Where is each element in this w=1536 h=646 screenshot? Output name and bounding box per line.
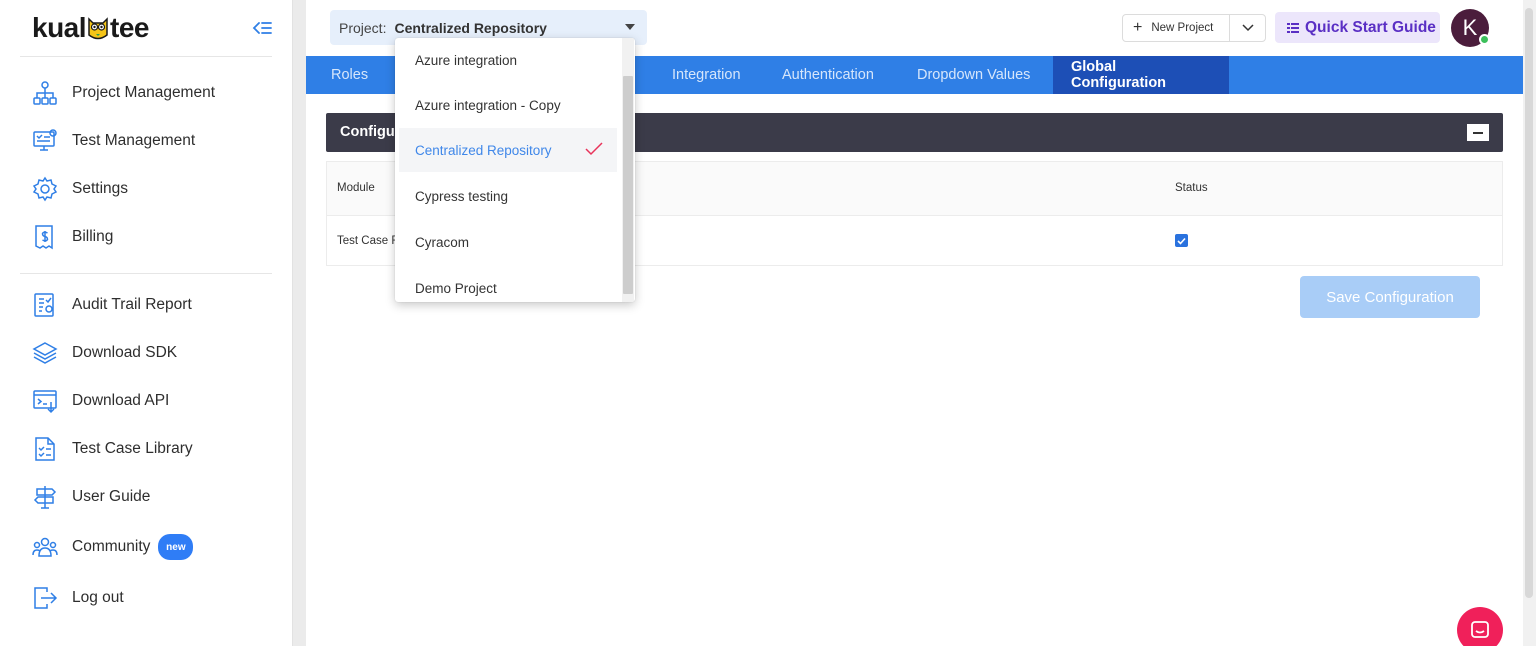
dropdown-scrollbar-thumb[interactable] [623,76,633,294]
module-cell: Test Case F [337,235,399,247]
sidebar-item-settings[interactable]: Settings [32,175,128,203]
hierarchy-icon [32,80,58,106]
sidebar-item-label: Community [72,538,151,555]
avatar-initial: K [1462,15,1478,40]
sidebar-item-billing[interactable]: Billing [32,223,113,251]
sidebar-item-audit-trail-report[interactable]: Audit Trail Report [32,291,192,319]
receipt-icon [32,224,58,250]
sidebar-item-project-management[interactable]: Project Management [32,79,215,107]
new-project-split-button: + New Project [1122,14,1266,42]
sidebar-divider [20,273,272,274]
sidebar-item-label: Test Management [72,132,196,149]
layout-gutter [293,0,306,646]
collapse-panel-icon[interactable] [1467,124,1489,141]
quick-start-guide-button[interactable]: Quick Start Guide [1275,12,1440,43]
sidebar-item-label: Project Management [72,84,216,101]
tab-integration[interactable]: Integration [672,56,741,94]
plus-icon: + [1133,19,1143,36]
project-option-label: Azure integration [415,52,518,68]
sidebar-item-test-management[interactable]: Test Management [32,127,195,155]
project-dropdown-menu: Azure integration Azure integration - Co… [395,38,635,302]
project-option-label: Centralized Repository [415,142,552,158]
report-icon [32,292,58,318]
caret-down-icon [625,24,635,30]
panel-title: Configu [340,124,395,140]
project-option[interactable]: Azure integration [399,38,617,82]
checkmark-icon [1177,237,1186,245]
project-option-label: Demo Project [415,280,497,296]
save-configuration-button[interactable]: Save Configuration [1300,276,1480,318]
api-window-icon [32,388,58,414]
new-badge: new [158,534,194,560]
sidebar-item-label: Settings [72,180,129,197]
sidebar-item-label: User Guide [72,488,151,505]
new-project-button[interactable]: + New Project [1123,15,1230,41]
sidebar-item-log-out[interactable]: Log out [32,584,124,612]
project-selector-value: Centralized Repository [394,19,547,36]
test-monitor-icon [32,128,58,154]
gear-icon [32,176,58,202]
quick-start-label: Quick Start Guide [1305,18,1436,36]
user-avatar[interactable]: K [1451,9,1490,47]
page-scrollbar-thumb[interactable] [1525,8,1533,598]
layers-icon [32,340,58,366]
online-status-dot [1479,34,1490,45]
project-option-label: Cypress testing [415,188,509,204]
column-header-status: Status [1175,182,1208,194]
sidebar-item-label: Test Case Library [72,440,193,457]
project-option[interactable]: Demo Project [399,266,617,302]
project-selector-label: Project: [339,19,387,36]
kualitee-logo[interactable]: kual tee [32,12,149,44]
sidebar-item-label: Billing [72,228,114,245]
sidebar-item-community[interactable]: Community new [32,533,194,561]
sidebar: kual tee Project Management Test Managem… [0,0,293,646]
new-project-menu-button[interactable] [1230,15,1265,41]
project-option[interactable]: Cypress testing [399,174,617,218]
checklist-doc-icon [32,436,58,462]
tab-roles[interactable]: Roles [331,56,368,94]
chevron-down-icon [1241,24,1254,32]
people-icon [32,534,58,560]
tab-global-configuration[interactable]: Global Configuration [1053,56,1229,94]
sidebar-divider [20,56,272,57]
sidebar-item-download-api[interactable]: Download API [32,387,169,415]
sidebar-item-label: Log out [72,589,124,606]
logout-icon [32,585,58,611]
owl-logo-icon [87,15,109,41]
project-option-label: Azure integration - Copy [415,97,561,113]
new-project-label: New Project [1151,22,1214,34]
sidebar-item-test-case-library[interactable]: Test Case Library [32,435,193,463]
logo-text-end: tee [110,12,149,43]
list-icon [1287,22,1299,33]
chat-support-button[interactable] [1457,607,1503,646]
check-icon [585,141,603,160]
project-option-selected[interactable]: Centralized Repository [399,128,617,172]
sidebar-item-label: Download API [72,392,170,409]
sidebar-item-label: Audit Trail Report [72,296,192,313]
app-root: kual tee Project Management Test Managem… [0,0,1536,646]
collapse-sidebar-icon[interactable] [251,18,273,40]
sidebar-item-user-guide[interactable]: User Guide [32,483,150,511]
sidebar-item-download-sdk[interactable]: Download SDK [32,339,177,367]
tab-authentication[interactable]: Authentication [782,56,874,94]
status-checkbox[interactable] [1175,234,1188,247]
project-option-label: Cyracom [415,234,470,250]
sidebar-item-label: Download SDK [72,344,178,361]
project-option[interactable]: Azure integration - Copy [399,83,617,127]
signpost-icon [32,484,58,510]
chat-icon [1471,621,1489,638]
project-option[interactable]: Cyracom [399,220,617,264]
logo-text-start: kual [32,12,87,43]
column-header-module: Module [337,182,375,194]
tab-dropdown-values[interactable]: Dropdown Values [917,56,1030,94]
